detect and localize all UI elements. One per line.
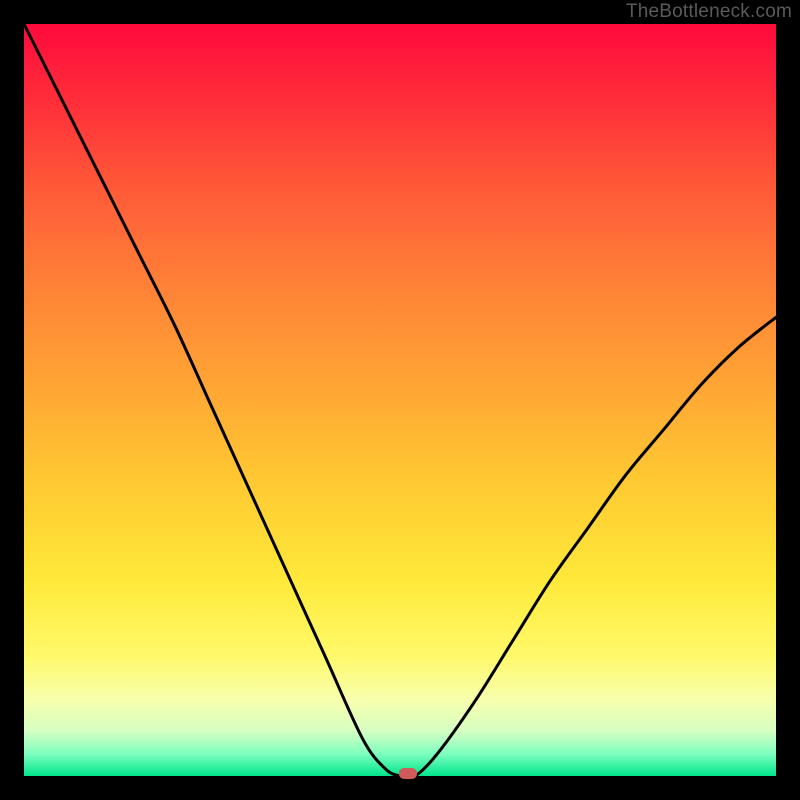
watermark-text: TheBottleneck.com xyxy=(626,1,792,23)
curve-path xyxy=(24,24,776,776)
chart-frame: TheBottleneck.com xyxy=(0,0,800,800)
minimum-marker xyxy=(399,768,417,779)
curve-layer xyxy=(24,24,776,776)
